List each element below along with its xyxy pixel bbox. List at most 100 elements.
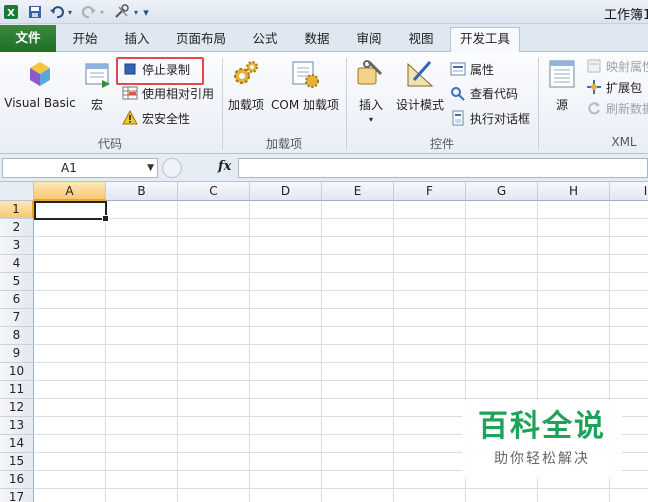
title-bar: X ▾ ▾ ▾ ▾ 工作簿1 [0,0,648,24]
tab-review[interactable]: 审阅 [346,28,392,52]
column-header[interactable]: I [610,182,648,201]
group-label-addins: 加载项 [265,137,302,151]
row-header[interactable]: 4 [0,255,34,273]
row-header[interactable]: 9 [0,345,34,363]
insert-control-button[interactable]: 插入 ▾ [350,56,392,130]
customize-quick-access-icon[interactable]: ▾ [140,3,152,21]
row-header[interactable]: 8 [0,327,34,345]
row-header[interactable]: 11 [0,381,34,399]
tab-data[interactable]: 数据 [294,28,340,52]
svg-text:X: X [7,8,15,19]
watermark-subtitle: 助你轻松解决 [494,451,590,467]
visual-basic-button[interactable]: Visual Basic [2,56,78,130]
relative-references-icon [122,85,138,101]
xml-source-label: 源 [555,98,568,112]
row-header[interactable]: 3 [0,237,34,255]
row-header[interactable]: 7 [0,309,34,327]
warning-icon [122,109,138,126]
tab-page-layout[interactable]: 页面布局 [168,28,234,52]
group-separator [538,58,539,150]
xml-source-button[interactable]: 源 [544,56,580,130]
undo-dropdown-icon[interactable]: ▾ [66,3,74,21]
tools-icon[interactable] [112,3,132,21]
formula-input[interactable] [238,158,648,178]
column-header[interactable]: D [250,182,322,201]
row-header[interactable]: 13 [0,417,34,435]
formula-bar-collapse-icon[interactable] [162,158,182,178]
tab-home[interactable]: 开始 [62,28,108,52]
name-box[interactable]: A1 ▼ [2,158,158,178]
tab-formulas[interactable]: 公式 [242,28,288,52]
formula-bar: A1 ▼ fx [0,154,648,182]
tab-view[interactable]: 视图 [398,28,444,52]
tools-dropdown-icon[interactable]: ▾ [132,3,140,21]
row-header[interactable]: 12 [0,399,34,417]
tab-developer[interactable]: 开发工具 [450,27,520,53]
column-header[interactable]: G [466,182,538,201]
column-header[interactable]: B [106,182,178,201]
macro-security-label: 宏安全性 [142,111,191,126]
com-addins-button[interactable]: COM 加载项 [268,56,342,130]
design-mode-icon [407,61,434,87]
macro-security-button[interactable]: 宏安全性 [122,108,190,128]
name-box-value: A1 [61,161,77,175]
column-header[interactable]: H [538,182,610,201]
use-relative-references-button[interactable]: 使用相对引用 [122,83,214,103]
macros-button[interactable]: 宏 [82,56,112,130]
row-header[interactable]: 14 [0,435,34,453]
run-dialog-button[interactable]: 执行对话框 [450,108,530,128]
design-mode-button[interactable]: 设计模式 [394,56,446,130]
watermark-title: 百科全说 [478,409,606,444]
column-header[interactable]: E [322,182,394,201]
tab-insert[interactable]: 插入 [114,28,160,52]
view-code-button[interactable]: 查看代码 [450,83,518,103]
redo-icon[interactable] [80,3,98,21]
redo-dropdown-icon[interactable]: ▾ [98,3,106,21]
group-label-xml: XML [611,135,637,149]
tab-file[interactable]: 文件 [0,25,56,52]
insert-control-dropdown-icon: ▾ [368,115,373,124]
run-dialog-icon [450,110,466,126]
name-box-dropdown-icon[interactable]: ▼ [147,159,154,177]
row-header[interactable]: 5 [0,273,34,291]
column-header[interactable]: F [394,182,466,201]
view-code-label: 查看代码 [470,86,519,101]
row-header[interactable]: 15 [0,453,34,471]
refresh-data-label: 刷新数据 [606,101,648,116]
insert-control-icon [357,60,383,85]
row-header[interactable]: 2 [0,219,34,237]
select-all-corner[interactable] [0,182,34,201]
row-header[interactable]: 6 [0,291,34,309]
com-addins-label: COM 加载项 [271,98,339,112]
active-cell-a1[interactable] [34,201,109,222]
addins-button[interactable]: 加载项 [226,56,266,130]
map-properties-label: 映射属性 [606,59,648,74]
group-label-code: 代码 [97,137,122,151]
save-icon[interactable] [26,3,44,21]
visual-basic-icon [30,62,50,86]
properties-button[interactable]: 属性 [450,59,494,79]
watermark: 百科全说 助你轻松解决 [462,400,622,478]
insert-function-icon[interactable]: fx [218,159,231,174]
row-header[interactable]: 10 [0,363,34,381]
xml-source-icon [549,60,575,88]
run-dialog-label: 执行对话框 [470,111,531,126]
row-header[interactable]: 17 [0,489,34,502]
expansion-packs-button[interactable]: 扩展包 [586,77,642,97]
macros-label: 宏 [90,98,103,112]
group-label-controls: 控件 [429,137,454,151]
map-properties-icon [586,58,602,74]
refresh-icon [586,100,602,116]
map-properties-button[interactable]: 映射属性 [586,56,648,76]
gear-icon [234,61,258,84]
relative-references-label: 使用相对引用 [142,86,215,101]
row-header[interactable]: 1 [0,201,34,219]
row-header[interactable]: 16 [0,471,34,489]
column-header[interactable]: C [178,182,250,201]
visual-basic-label: Visual Basic [4,96,76,110]
refresh-data-button[interactable]: 刷新数据 [586,98,648,118]
undo-icon[interactable] [48,3,66,21]
properties-label: 属性 [470,62,495,77]
group-separator [346,58,347,150]
column-header[interactable]: A [34,182,106,201]
